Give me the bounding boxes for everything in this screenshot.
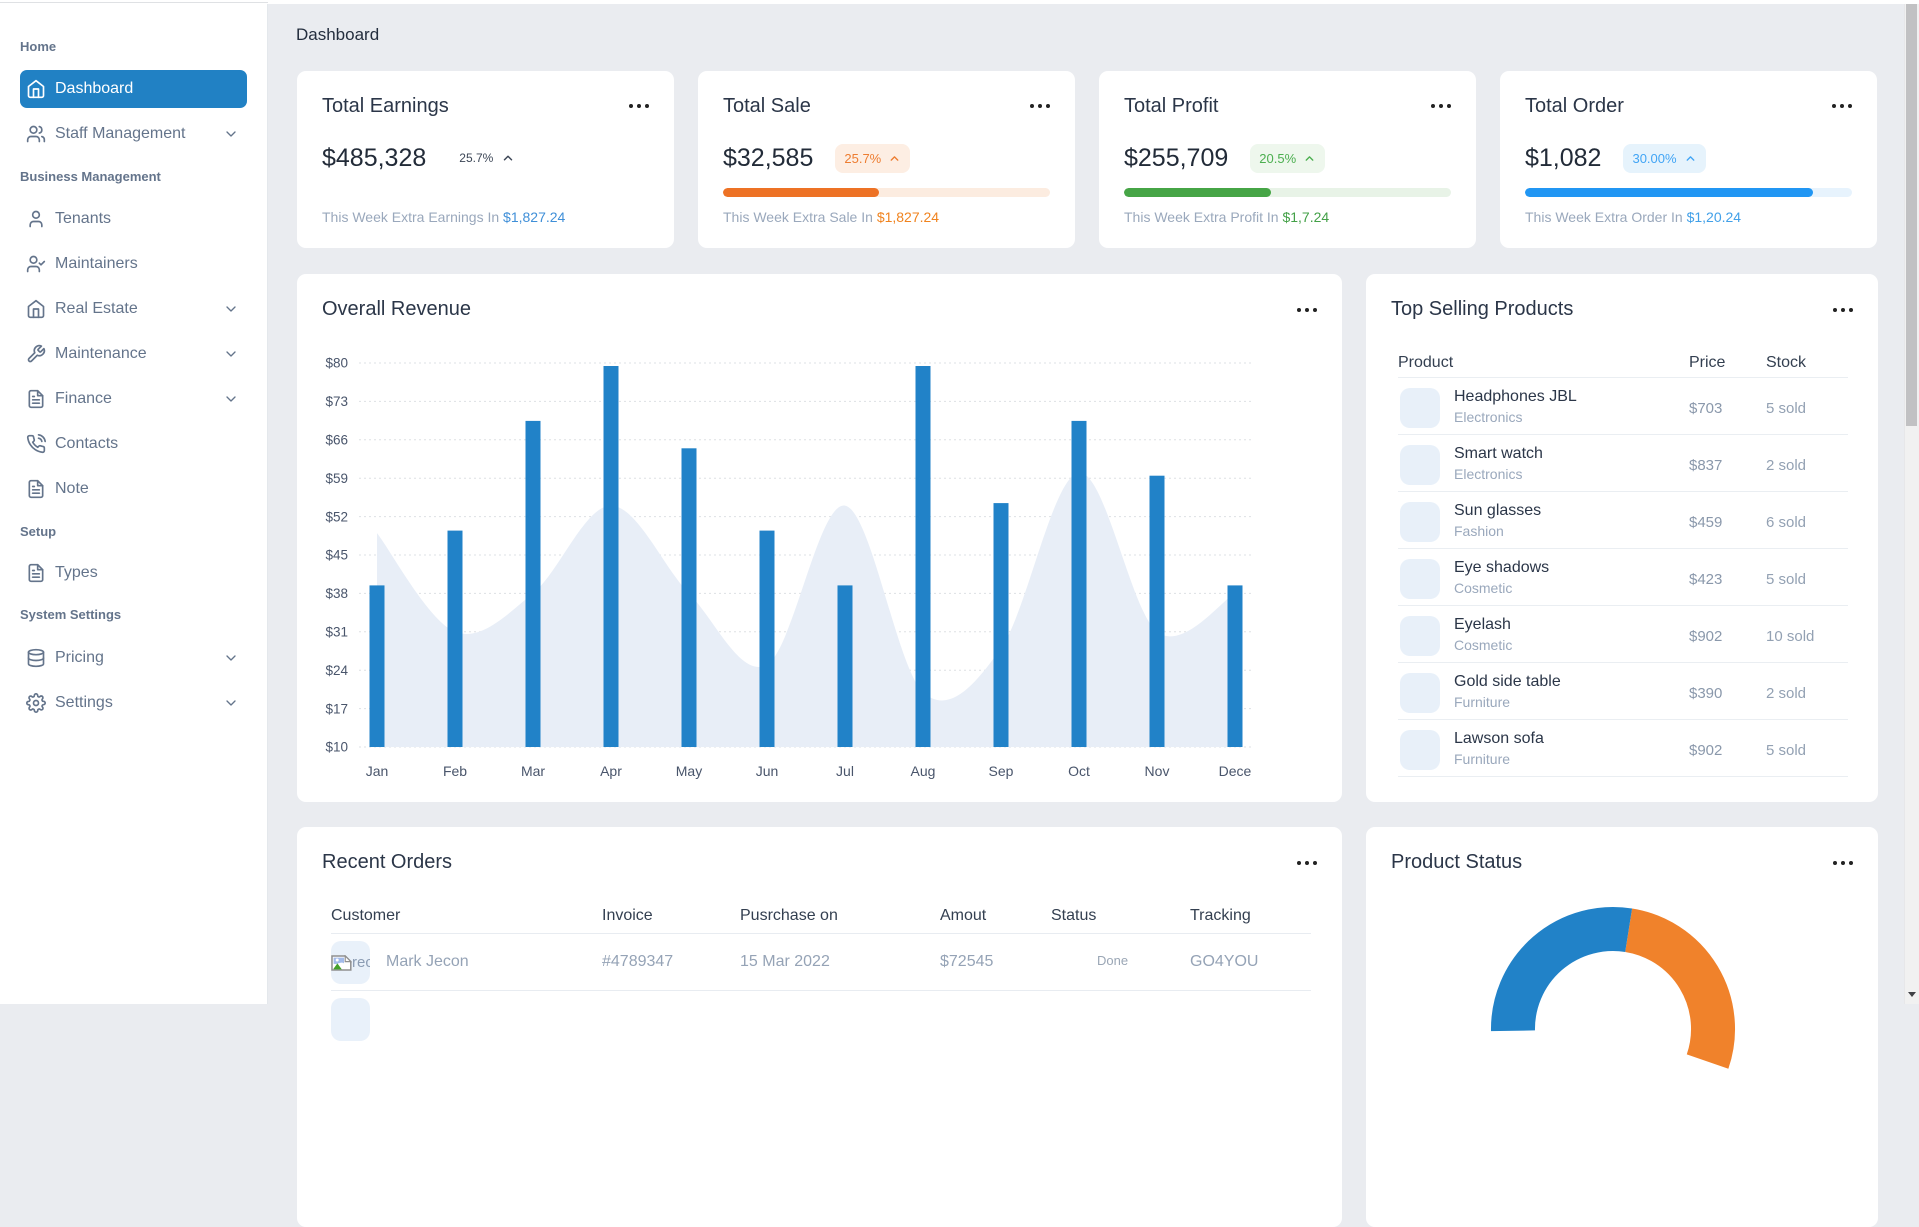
svg-text:Oct: Oct bbox=[1068, 763, 1090, 779]
svg-text:Sep: Sep bbox=[989, 763, 1014, 779]
svg-text:Nov: Nov bbox=[1145, 763, 1170, 779]
svg-text:$59: $59 bbox=[325, 471, 348, 486]
svg-text:Jul: Jul bbox=[836, 763, 854, 779]
svg-text:Feb: Feb bbox=[443, 763, 467, 779]
svg-text:Jun: Jun bbox=[756, 763, 779, 779]
svg-text:$10: $10 bbox=[325, 740, 348, 755]
svg-text:$38: $38 bbox=[325, 586, 348, 601]
svg-text:$45: $45 bbox=[325, 548, 348, 563]
svg-text:Jan: Jan bbox=[366, 763, 389, 779]
svg-text:Apr: Apr bbox=[600, 763, 622, 779]
svg-text:$66: $66 bbox=[325, 433, 348, 448]
svg-text:May: May bbox=[676, 763, 702, 779]
svg-text:Dece: Dece bbox=[1219, 763, 1252, 779]
svg-text:Mar: Mar bbox=[521, 763, 545, 779]
svg-text:$31: $31 bbox=[325, 625, 348, 640]
svg-text:$24: $24 bbox=[325, 663, 348, 678]
svg-text:$52: $52 bbox=[325, 509, 348, 524]
svg-text:$80: $80 bbox=[325, 356, 348, 371]
svg-text:$17: $17 bbox=[325, 701, 348, 716]
svg-text:Aug: Aug bbox=[911, 763, 936, 779]
svg-text:$73: $73 bbox=[325, 394, 348, 409]
